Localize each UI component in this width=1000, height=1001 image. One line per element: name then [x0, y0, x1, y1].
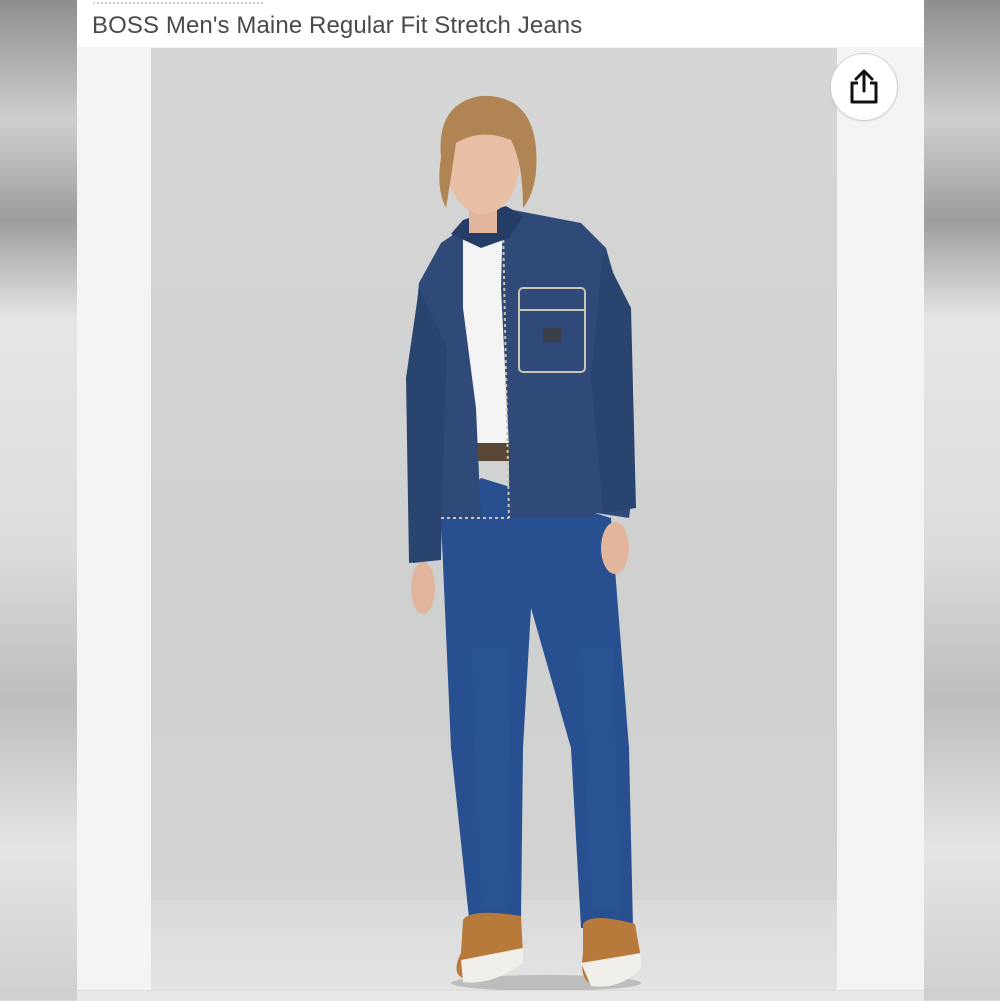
bottom-strip [77, 990, 924, 1001]
product-image[interactable] [151, 48, 837, 990]
product-title[interactable]: BOSS Men's Maine Regular Fit Stretch Jea… [92, 12, 582, 40]
share-button[interactable] [831, 54, 897, 120]
product-page: BOSS Men's Maine Regular Fit Stretch Jea… [77, 0, 924, 1001]
model-illustration [406, 95, 641, 990]
backdrop-right [924, 0, 1000, 1000]
title-bar: BOSS Men's Maine Regular Fit Stretch Jea… [77, 0, 924, 47]
share-icon [850, 69, 878, 104]
backdrop-left [0, 0, 77, 1000]
cropped-text-line [93, 0, 263, 4]
